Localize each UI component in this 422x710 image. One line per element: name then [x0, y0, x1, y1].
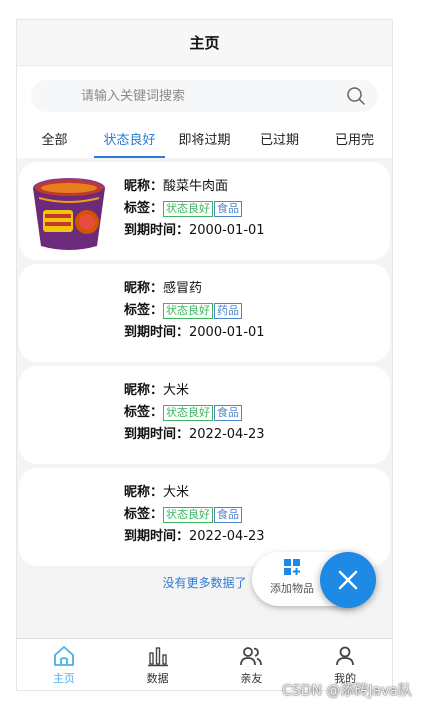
- item-info: 昵称： 酸菜牛肉面 标签： 状态良好 食品 到期时间： 2000-01-01: [124, 176, 265, 242]
- tab-good-condition[interactable]: 状态良好: [92, 118, 167, 158]
- friends-icon: [240, 646, 263, 665]
- expire-label: 到期时间：: [124, 427, 190, 442]
- chart-icon: [147, 646, 168, 666]
- category-badge: 食品: [214, 507, 243, 523]
- tab-expired[interactable]: 已过期: [242, 118, 317, 158]
- item-info: 昵称： 感冒药 标签： 状态良好 药品 到期时间： 2000-01-01: [124, 278, 265, 344]
- nav-home[interactable]: 主页: [17, 639, 111, 690]
- expire-date: 2022-04-23: [189, 427, 265, 442]
- search-box[interactable]: [31, 80, 378, 112]
- page-title: 主页: [189, 34, 220, 52]
- item-name: 酸菜牛肉面: [163, 179, 229, 194]
- tag-label: 标签：: [124, 507, 164, 522]
- nav-data-label: 数据: [146, 671, 169, 685]
- category-badge: 食品: [214, 201, 243, 217]
- item-name: 感冒药: [163, 281, 203, 296]
- status-badge: 状态良好: [163, 405, 214, 421]
- tag-label: 标签：: [124, 405, 164, 420]
- noodle-cup-image: [33, 178, 105, 250]
- nav-data[interactable]: 数据: [111, 639, 205, 690]
- close-icon: [338, 570, 358, 590]
- category-badge: 药品: [214, 303, 243, 319]
- tag-label: 标签：: [124, 201, 164, 216]
- name-label: 昵称：: [124, 179, 164, 194]
- expire-label: 到期时间：: [124, 325, 190, 340]
- item-info: 昵称： 大米 标签： 状态良好 食品 到期时间： 2022-04-23: [124, 380, 265, 446]
- tag-label: 标签：: [124, 303, 164, 318]
- watermark: CSDN @添砖Java队: [282, 683, 412, 699]
- tab-expiring-soon[interactable]: 即将过期: [167, 118, 242, 158]
- app-screen: 主页 全部 状态良好 即将过期 已过期 已用完: [17, 20, 392, 690]
- item-card[interactable]: 昵称： 大米 标签： 状态良好 食品 到期时间： 2022-04-23: [19, 366, 390, 464]
- add-grid-icon: [284, 559, 300, 575]
- search-bar: [17, 66, 392, 118]
- item-card[interactable]: 昵称： 酸菜牛肉面 标签： 状态良好 食品 到期时间： 2000-01-01: [19, 162, 390, 260]
- home-icon: [53, 645, 74, 666]
- item-name: 大米: [163, 383, 190, 398]
- name-label: 昵称：: [124, 485, 164, 500]
- expire-label: 到期时间：: [124, 223, 190, 238]
- name-label: 昵称：: [124, 281, 164, 296]
- expire-date: 2022-04-23: [189, 529, 265, 544]
- search-input[interactable]: [81, 88, 311, 104]
- expire-date: 2000-01-01: [189, 223, 265, 238]
- expire-label: 到期时间：: [124, 529, 190, 544]
- status-badge: 状态良好: [163, 303, 214, 319]
- user-icon: [336, 646, 355, 665]
- search-icon[interactable]: [346, 86, 366, 106]
- expire-date: 2000-01-01: [189, 325, 265, 340]
- item-name: 大米: [163, 485, 190, 500]
- app-header: 主页: [17, 20, 392, 66]
- item-card[interactable]: 昵称： 感冒药 标签： 状态良好 药品 到期时间： 2000-01-01: [19, 264, 390, 362]
- nav-friends-label: 亲友: [240, 671, 263, 685]
- tab-all[interactable]: 全部: [17, 118, 92, 158]
- filter-tabs: 全部 状态良好 即将过期 已过期 已用完: [17, 118, 392, 158]
- fab-close-button[interactable]: [320, 552, 376, 608]
- item-info: 昵称： 大米 标签： 状态良好 食品 到期时间： 2022-04-23: [124, 482, 265, 548]
- status-badge: 状态良好: [163, 507, 214, 523]
- category-badge: 食品: [214, 405, 243, 421]
- tab-used-up[interactable]: 已用完: [317, 118, 392, 158]
- status-badge: 状态良好: [163, 201, 214, 217]
- item-list: 昵称： 酸菜牛肉面 标签： 状态良好 食品 到期时间： 2000-01-01 昵称： 感冒…: [17, 158, 392, 566]
- nav-home-label: 主页: [52, 671, 75, 685]
- name-label: 昵称：: [124, 383, 164, 398]
